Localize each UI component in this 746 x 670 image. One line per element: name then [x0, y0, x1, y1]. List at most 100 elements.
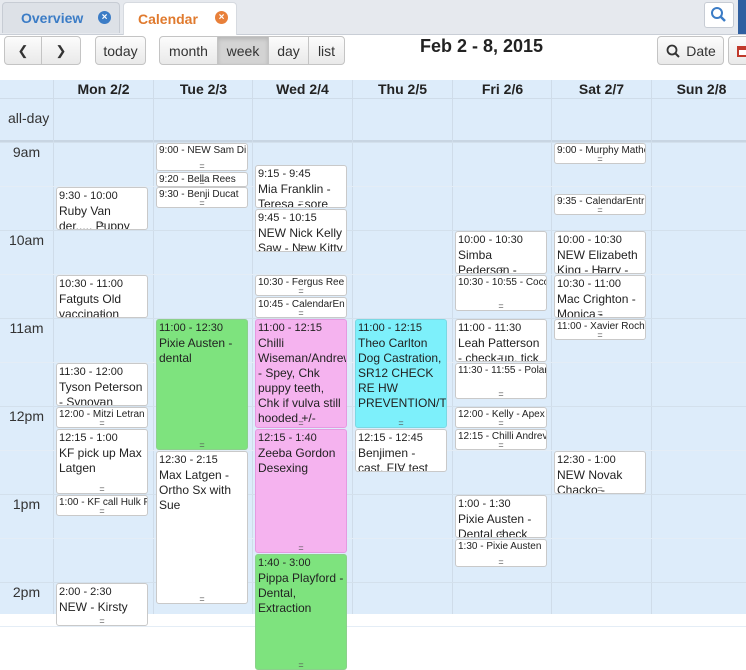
- resize-handle[interactable]: =: [256, 543, 346, 552]
- resize-handle[interactable]: =: [157, 162, 247, 170]
- tab-calendar[interactable]: Calendar ×: [123, 2, 237, 35]
- event-title: KF pick up Max Latgen: [59, 446, 142, 475]
- next-button[interactable]: ❯: [41, 36, 81, 65]
- calendar-event[interactable]: 9:30 - 10:00 Ruby Van der..... Puppy =: [56, 187, 148, 230]
- resize-handle[interactable]: =: [57, 507, 147, 516]
- resize-handle[interactable]: =: [157, 199, 247, 208]
- chevron-left-icon: ❮: [17, 42, 29, 58]
- resize-handle[interactable]: =: [456, 419, 546, 428]
- resize-handle[interactable]: =: [256, 419, 346, 428]
- resize-handle[interactable]: =: [256, 199, 346, 208]
- resize-handle[interactable]: =: [555, 485, 645, 494]
- close-icon[interactable]: ×: [98, 11, 111, 24]
- calendar-event[interactable]: 10:00 - 10:30 NEW Elizabeth King - Harry …: [554, 231, 646, 274]
- calendar-event[interactable]: 12:15 - Chilli Andrev =: [455, 429, 547, 450]
- resize-handle[interactable]: =: [456, 265, 546, 274]
- resize-handle[interactable]: =: [57, 221, 147, 230]
- calendar-icon: [737, 45, 746, 57]
- day-header: Thu 2/5: [352, 80, 452, 98]
- calendar-event[interactable]: 11:00 - 12:15 Theo Carlton Dog Castration…: [355, 319, 447, 428]
- day-header: Sat 2/7: [551, 80, 651, 98]
- resize-handle[interactable]: =: [157, 178, 247, 187]
- calendar-button[interactable]: [728, 36, 746, 65]
- resize-handle[interactable]: =: [456, 558, 546, 566]
- calendar-event[interactable]: 11:00 - Xavier Roch =: [554, 319, 646, 340]
- list-label: list: [317, 42, 336, 59]
- event-time: 11:00 - 12:15: [258, 322, 323, 334]
- calendar-event[interactable]: 12:15 - 1:00 KF pick up Max Latgen =: [56, 429, 148, 494]
- hour-label: 10am: [8, 232, 45, 248]
- calendar-event[interactable]: 1:00 - KF call Hulk F =: [56, 495, 148, 516]
- calendar-event[interactable]: 11:00 - 12:30 Pixie Austen - dental =: [156, 319, 248, 450]
- calendar-event[interactable]: 1:00 - 1:30Pixie Austen - Dental check u…: [455, 495, 547, 538]
- calendar-event[interactable]: 11:00 - 12:15 Chilli Wiseman/Andrew - Spe…: [255, 319, 347, 428]
- today-button[interactable]: today: [95, 36, 146, 65]
- resize-handle[interactable]: =: [356, 463, 446, 472]
- calendar-event[interactable]: 10:00 - 10:30Simba Pederson - vacc=: [455, 231, 547, 274]
- calendar-event[interactable]: 9:00 - NEW Sam Di =: [156, 143, 248, 172]
- week-calendar-grid: all-day Mon 2/2 Tue 2/3 Wed 2/4 Thu 2/5 Fri …: [0, 80, 746, 670]
- calendar-event[interactable]: 12:30 - 2:15 Max Latgen - Ortho Sx with S…: [156, 451, 248, 604]
- event-time: 1:40 - 3:00: [258, 556, 311, 569]
- resize-handle[interactable]: =: [57, 485, 147, 494]
- all-day-row[interactable]: [0, 98, 746, 142]
- resize-handle[interactable]: =: [555, 206, 645, 215]
- resize-handle[interactable]: =: [157, 441, 247, 450]
- prev-button[interactable]: ❮: [4, 36, 42, 65]
- tab-overview[interactable]: Overview ×: [2, 2, 120, 33]
- resize-handle[interactable]: =: [57, 617, 147, 626]
- resize-handle[interactable]: =: [157, 595, 247, 604]
- calendar-event[interactable]: 1:40 - 3:00 Pippa Playford - Dental, Extr…: [255, 553, 347, 670]
- resize-handle[interactable]: =: [555, 155, 645, 164]
- tab-calendar-label: Calendar: [138, 11, 198, 27]
- resize-handle[interactable]: =: [555, 331, 645, 340]
- event-time: 9:15 - 9:45: [258, 168, 311, 180]
- resize-handle[interactable]: =: [456, 529, 546, 538]
- resize-handle[interactable]: =: [256, 660, 346, 668]
- resize-handle[interactable]: =: [256, 287, 346, 296]
- calendar-event[interactable]: 12:00 - Mitzi Letran =: [56, 407, 148, 428]
- calendar-event[interactable]: 2:00 - 2:30 NEW - Kirsty =: [56, 583, 148, 626]
- resize-handle[interactable]: =: [356, 419, 446, 428]
- day-view-button[interactable]: day: [268, 36, 309, 65]
- list-view-button[interactable]: list: [308, 36, 345, 65]
- resize-handle[interactable]: =: [456, 389, 546, 398]
- resize-handle[interactable]: =: [456, 353, 546, 362]
- resize-handle[interactable]: =: [555, 309, 645, 318]
- calendar-event[interactable]: 9:30 - Benji Ducat =: [156, 187, 248, 208]
- calendar-event[interactable]: 11:30 - 11:55 - Polar Bear - NEW V+puppy…: [455, 363, 547, 399]
- calendar-event[interactable]: 10:30 - 11:00 Fatguts Old vaccination =: [56, 275, 148, 318]
- resize-handle[interactable]: =: [57, 419, 147, 428]
- calendar-event[interactable]: 9:00 - Murphy Mathe =: [554, 143, 646, 164]
- calendar-event[interactable]: 10:30 - 10:55 - Coco - Monica, Lump off …: [455, 275, 547, 311]
- resize-handle[interactable]: =: [555, 265, 645, 274]
- resize-handle[interactable]: =: [456, 441, 546, 450]
- calendar-event[interactable]: 10:45 - CalendarEn =: [255, 297, 347, 318]
- today-label: today: [103, 42, 138, 59]
- calendar-event[interactable]: 12:15 - 1:40 Zeeba Gordon Desexing =: [255, 429, 347, 553]
- search-button[interactable]: [704, 2, 734, 28]
- close-icon[interactable]: ×: [215, 11, 228, 24]
- hour-label: 11am: [9, 320, 44, 336]
- calendar-event[interactable]: 10:30 - 11:00 Mac Crighton - Monica - =: [554, 275, 646, 318]
- resize-handle[interactable]: =: [57, 397, 147, 406]
- week-view-button[interactable]: week: [217, 36, 269, 65]
- calendar-event[interactable]: 11:30 - 12:00 Tyson Peterson - Synovan =: [56, 363, 148, 406]
- calendar-event[interactable]: 9:45 - 10:15 NEW Nick Kelly Saw - New Kit…: [255, 209, 347, 252]
- date-picker-button[interactable]: Date: [657, 36, 724, 65]
- calendar-event[interactable]: 1:30 - Pixie Austen =: [455, 539, 547, 568]
- resize-handle[interactable]: =: [456, 301, 546, 310]
- calendar-event[interactable]: 12:30 - 1:00NEW Novak Chacko - Owner=: [554, 451, 646, 494]
- event-time: 9:30 - 10:00: [59, 190, 118, 202]
- resize-handle[interactable]: =: [57, 309, 147, 318]
- calendar-event[interactable]: 12:00 - Kelly - Apex =: [455, 407, 547, 428]
- calendar-event[interactable]: 10:30 - Fergus Ree =: [255, 275, 347, 296]
- calendar-event[interactable]: 11:00 - 11:30 Leah Patterson - check-up, …: [455, 319, 547, 362]
- resize-handle[interactable]: =: [256, 243, 346, 252]
- calendar-event[interactable]: 12:15 - 12:45 Benjimen - cast, FIV test =: [355, 429, 447, 472]
- calendar-event[interactable]: 9:20 - Bella Rees =: [156, 172, 248, 188]
- calendar-event[interactable]: 9:15 - 9:45 Mia Franklin - Teresa - sore =: [255, 165, 347, 208]
- month-view-button[interactable]: month: [159, 36, 218, 65]
- resize-handle[interactable]: =: [256, 309, 346, 318]
- calendar-event[interactable]: 9:35 - CalendarEntr =: [554, 194, 646, 216]
